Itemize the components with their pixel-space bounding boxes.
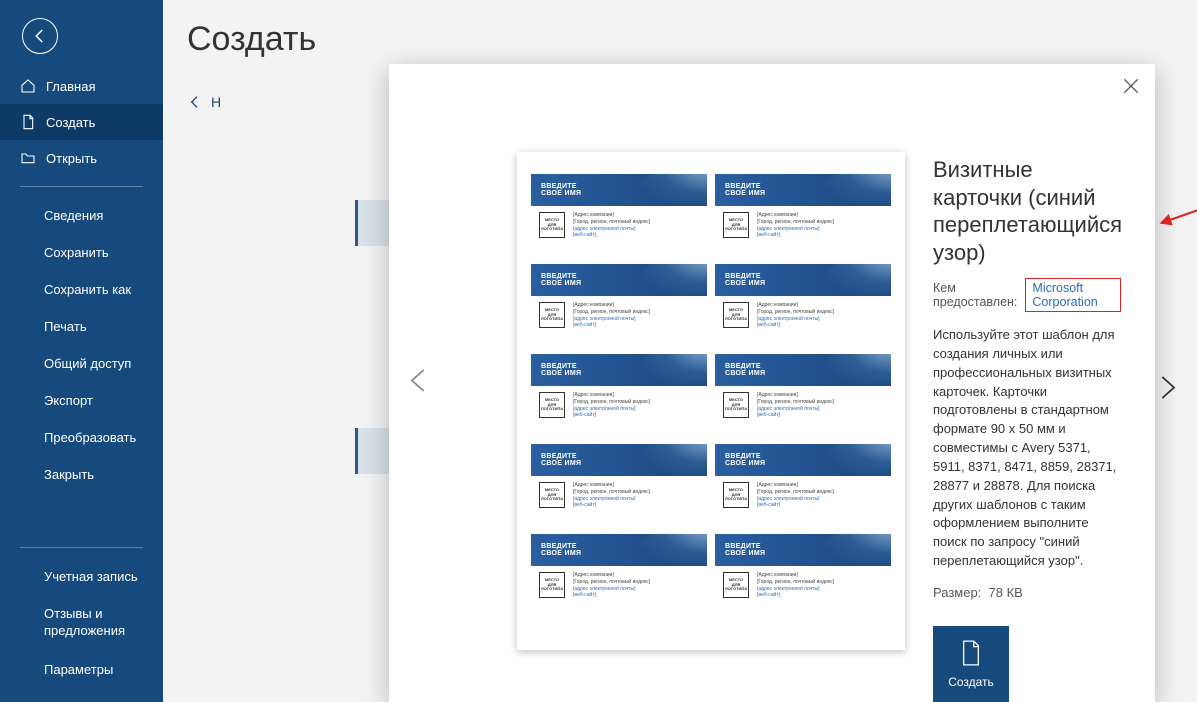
- provider-link[interactable]: Microsoft Corporation: [1032, 281, 1097, 309]
- template-title: Визитные карточки (синий переплетающийся…: [933, 156, 1121, 266]
- sidebar-sub-info[interactable]: Сведения: [0, 197, 163, 234]
- sidebar-sub-close[interactable]: Закрыть: [0, 456, 163, 493]
- business-card: ВВЕДИТЕСВОЕ ИМЯМЕСТОДЛЯЛОГОТИПА[Адрес ко…: [531, 534, 707, 618]
- sidebar-item-label: Главная: [46, 79, 95, 94]
- create-button[interactable]: Создать: [933, 626, 1009, 702]
- sidebar-footer-options[interactable]: Параметры: [0, 651, 163, 688]
- doc-icon: [20, 114, 36, 130]
- sidebar-sub-transform[interactable]: Преобразовать: [0, 419, 163, 456]
- business-card: ВВЕДИТЕСВОЕ ИМЯМЕСТОДЛЯЛОГОТИПА[Адрес ко…: [715, 174, 891, 258]
- sidebar-item-home[interactable]: Главная: [0, 68, 163, 104]
- template-details: Визитные карточки (синий переплетающийся…: [933, 156, 1121, 702]
- sidebar-sub-print[interactable]: Печать: [0, 308, 163, 345]
- page-title: Создать: [163, 0, 1197, 69]
- divider: [20, 547, 143, 548]
- template-preview: ВВЕДИТЕСВОЕ ИМЯМЕСТОДЛЯЛОГОТИПА[Адрес ко…: [517, 152, 905, 650]
- back-button[interactable]: [22, 18, 58, 54]
- business-card: ВВЕДИТЕСВОЕ ИМЯМЕСТОДЛЯЛОГОТИПА[Адрес ко…: [715, 444, 891, 528]
- annotation-arrow: [1157, 179, 1197, 229]
- next-template-button[interactable]: [1153, 374, 1181, 407]
- sidebar-item-new[interactable]: Создать: [0, 104, 163, 140]
- main-area: Создать Н ВВЕДИТЕСВОЕ ИМЯМЕСТОДЛЯЛОГОТИП…: [163, 0, 1197, 702]
- home-icon: [20, 78, 36, 94]
- close-button[interactable]: [1121, 76, 1141, 96]
- create-button-label: Создать: [948, 675, 994, 689]
- sidebar-sub-saveas[interactable]: Сохранить как: [0, 271, 163, 308]
- sidebar-sub-save[interactable]: Сохранить: [0, 234, 163, 271]
- template-tile-peek: [355, 200, 393, 246]
- business-card: ВВЕДИТЕСВОЕ ИМЯМЕСТОДЛЯЛОГОТИПА[Адрес ко…: [531, 264, 707, 348]
- business-card: ВВЕДИТЕСВОЕ ИМЯМЕСТОДЛЯЛОГОТИПА[Адрес ко…: [715, 264, 891, 348]
- template-tile-peek: [355, 428, 393, 474]
- business-card: ВВЕДИТЕСВОЕ ИМЯМЕСТОДЛЯЛОГОТИПА[Адрес ко…: [531, 174, 707, 258]
- template-description: Используйте этот шаблон для создания лич…: [933, 326, 1121, 571]
- divider: [20, 186, 143, 187]
- business-card: ВВЕДИТЕСВОЕ ИМЯМЕСТОДЛЯЛОГОТИПА[Адрес ко…: [715, 534, 891, 618]
- annotation-highlight-box: Microsoft Corporation: [1025, 278, 1121, 312]
- template-details-modal: ВВЕДИТЕСВОЕ ИМЯМЕСТОДЛЯЛОГОТИПА[Адрес ко…: [389, 64, 1155, 702]
- folder-icon: [20, 150, 36, 166]
- business-card: ВВЕДИТЕСВОЕ ИМЯМЕСТОДЛЯЛОГОТИПА[Адрес ко…: [715, 354, 891, 438]
- provided-by-label: Кем предоставлен:: [933, 281, 1017, 309]
- nav-back-link[interactable]: Н: [187, 94, 221, 110]
- prev-template-button[interactable]: [405, 367, 433, 400]
- template-provider-row: Кем предоставлен: Microsoft Corporation: [933, 278, 1121, 312]
- nav-back-text: Н: [211, 94, 221, 110]
- sidebar-sub-export[interactable]: Экспорт: [0, 382, 163, 419]
- sidebar-item-label: Открыть: [46, 151, 97, 166]
- template-size: Размер: 78 КВ: [933, 585, 1121, 600]
- sidebar-footer-feedback[interactable]: Отзывы и предложения: [0, 595, 163, 651]
- sidebar-footer-account[interactable]: Учетная запись: [0, 558, 163, 595]
- business-card: ВВЕДИТЕСВОЕ ИМЯМЕСТОДЛЯЛОГОТИПА[Адрес ко…: [531, 444, 707, 528]
- sidebar-sub-share[interactable]: Общий доступ: [0, 345, 163, 382]
- sidebar-item-open[interactable]: Открыть: [0, 140, 163, 176]
- sidebar-item-label: Создать: [46, 115, 95, 130]
- business-card: ВВЕДИТЕСВОЕ ИМЯМЕСТОДЛЯЛОГОТИПА[Адрес ко…: [531, 354, 707, 438]
- backstage-sidebar: Главная Создать Открыть Сведения Сохрани…: [0, 0, 163, 702]
